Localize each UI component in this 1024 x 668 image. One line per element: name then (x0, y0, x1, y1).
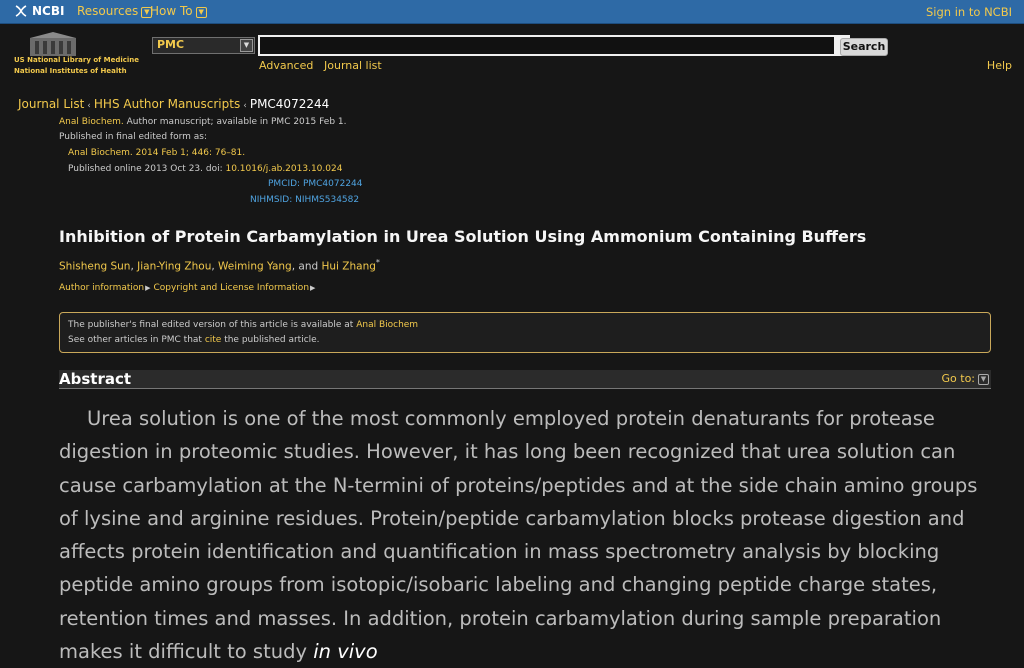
author-information-toggle[interactable]: Author information (59, 283, 144, 293)
published-online-line: Published online 2013 Oct 23. doi: 10.10… (68, 164, 342, 174)
citation-line: Anal Biochem. 2014 Feb 1; 446: 76–81. (68, 148, 245, 158)
chevron-down-icon: ▼ (240, 39, 253, 52)
notice-text: See other articles in PMC that (68, 335, 205, 345)
article-title: Inhibition of Protein Carbamylation in U… (59, 227, 867, 246)
howto-label: How To (150, 4, 193, 18)
journal-list-link[interactable]: Journal list (324, 59, 382, 72)
nlm-logo-text: US National Library of Medicine (14, 56, 140, 64)
journal-link[interactable]: Anal Biochem. (59, 117, 124, 127)
database-select-value: PMC (157, 38, 185, 51)
abstract-text: Urea solution is one of the most commonl… (59, 402, 993, 668)
chevron-down-icon: ▼ (978, 374, 989, 385)
availability-line: Anal Biochem. Author manuscript; availab… (59, 117, 346, 127)
availability-text: Author manuscript; available in PMC 2015… (126, 117, 347, 127)
cite-link[interactable]: cite (205, 335, 222, 345)
author-list: Shisheng Sun, Jian-Ying Zhou, Weiming Ya… (59, 258, 380, 273)
notice-line-1: The publisher's final edited version of … (68, 320, 418, 330)
ncbi-topbar: NCBI Resources ▼ How To ▼ Sign in to NCBI (0, 0, 1024, 24)
breadcrumb-hhs-author-manuscripts[interactable]: HHS Author Manuscripts (94, 97, 240, 111)
abstract-italic: in vivo (313, 640, 378, 664)
copyright-license-toggle[interactable]: Copyright and License Information (154, 283, 310, 293)
publisher-notice: The publisher's final edited version of … (59, 312, 991, 353)
author-link[interactable]: Hui Zhang (321, 261, 375, 273)
notice-text: the published article. (221, 335, 320, 345)
abstract-heading: Abstract (59, 370, 132, 388)
published-final-label: Published in final edited form as: (59, 132, 207, 142)
triangle-right-icon: ▶ (310, 284, 316, 292)
notice-text: The publisher's final edited version of … (68, 320, 357, 330)
published-online-text: Published online 2013 Oct 23. doi: (68, 164, 226, 174)
goto-label: Go to: (941, 372, 976, 385)
sign-in-link[interactable]: Sign in to NCBI (926, 5, 1012, 19)
resources-label: Resources (77, 4, 139, 18)
notice-line-2: See other articles in PMC that cite the … (68, 335, 320, 345)
pmcid: PMCID: PMC4072244 (268, 179, 363, 189)
advanced-search-link[interactable]: Advanced (259, 59, 313, 72)
ncbi-brand-label: NCBI (32, 4, 65, 18)
nih-logo-text: National Institutes of Health (14, 67, 127, 75)
corresponding-author-mark: * (375, 258, 380, 267)
breadcrumb-separator-icon: ‹ (87, 101, 91, 111)
author-link[interactable]: Jian-Ying Zhou (137, 261, 211, 273)
database-select[interactable]: PMC ▼ (152, 37, 255, 54)
publisher-journal-link[interactable]: Anal Biochem (356, 320, 418, 330)
author-separator: , and (291, 260, 322, 273)
breadcrumb: Journal List ‹ HHS Author Manuscripts ‹ PMC4… (18, 97, 329, 111)
resources-menu[interactable]: Resources ▼ (77, 4, 153, 18)
breadcrumb-current: PMC4072244 (249, 97, 330, 111)
help-link[interactable]: Help (987, 59, 1012, 72)
howto-menu[interactable]: How To ▼ (150, 4, 207, 18)
ncbi-dna-icon (15, 5, 27, 17)
nihmsid: NIHMSID: NIHMS534582 (250, 195, 360, 205)
author-link[interactable]: Weiming Yang (218, 261, 292, 273)
search-button[interactable]: Search (840, 38, 888, 56)
goto-menu[interactable]: Go to: ▼ (941, 372, 989, 385)
triangle-right-icon: ▶ (145, 284, 151, 292)
breadcrumb-separator-icon: ‹ (243, 101, 247, 111)
ncbi-home-link[interactable]: NCBI (14, 4, 64, 18)
abstract-body: Urea solution is one of the most commonl… (59, 407, 978, 664)
author-link[interactable]: Shisheng Sun (59, 261, 130, 273)
search-input[interactable] (258, 35, 850, 56)
citation-link[interactable]: Anal Biochem. 2014 Feb 1; 446: 76–81. (68, 148, 245, 158)
breadcrumb-journal-list[interactable]: Journal List (18, 97, 84, 111)
author-info-links: Author information▶ Copyright and License… (59, 283, 318, 293)
abstract-header: Abstract Go to: ▼ (59, 370, 991, 389)
nlm-logo-icon (30, 32, 76, 56)
doi-link[interactable]: 10.1016/j.ab.2013.10.024 (225, 164, 342, 174)
chevron-down-icon: ▼ (195, 7, 207, 18)
